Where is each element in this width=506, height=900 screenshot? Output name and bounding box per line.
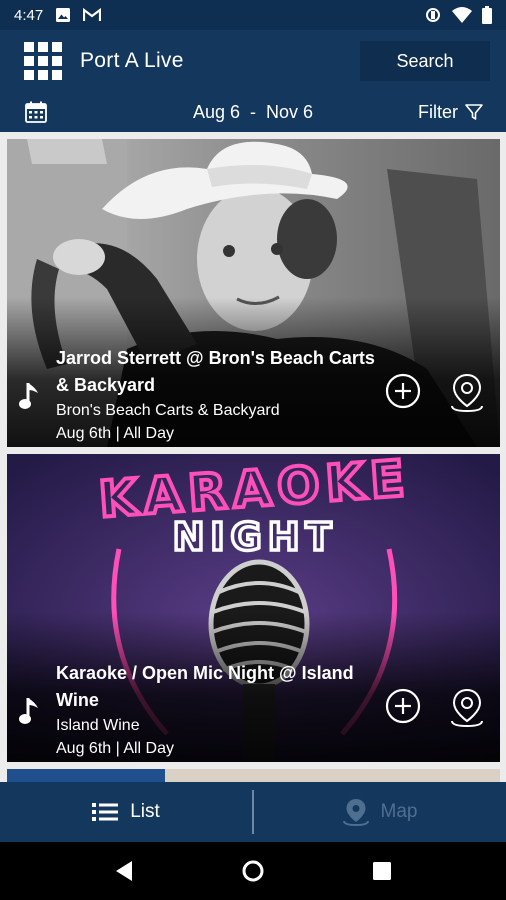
event-card[interactable] xyxy=(7,769,500,782)
status-time: 4:47 xyxy=(14,6,44,24)
music-note-icon xyxy=(19,383,38,409)
filter-label: Filter xyxy=(418,101,458,122)
date-end: Nov 6 xyxy=(266,101,314,122)
event-list[interactable]: Jarrod Sterrett @ Bron's Beach Carts & B… xyxy=(0,132,506,782)
list-icon xyxy=(92,803,119,821)
event-title[interactable]: Karaoke / Open Mic Night @ Island Wine xyxy=(56,660,376,714)
event-card[interactable]: Jarrod Sterrett @ Bron's Beach Carts & B… xyxy=(7,139,500,447)
recents-square-icon xyxy=(372,862,391,880)
filter-button[interactable]: Filter xyxy=(418,102,484,123)
funnel-icon xyxy=(465,104,483,120)
add-to-calendar-plus-icon[interactable] xyxy=(385,688,421,724)
status-right xyxy=(424,6,492,24)
grid-menu-icon[interactable] xyxy=(24,42,62,80)
nav-home-button[interactable] xyxy=(233,851,273,891)
calendar-icon[interactable] xyxy=(24,100,48,124)
event-info: Karaoke / Open Mic Night @ Island Wine I… xyxy=(56,660,376,760)
tab-list[interactable]: List xyxy=(0,782,252,842)
bottom-tab-bar: List Map xyxy=(0,782,506,842)
event-title[interactable]: Jarrod Sterrett @ Bron's Beach Carts & B… xyxy=(56,345,376,399)
back-triangle-icon xyxy=(116,861,133,881)
event-venue: Island Wine xyxy=(56,717,140,734)
nav-recents-button[interactable] xyxy=(362,851,402,891)
system-nav-bar xyxy=(0,842,506,900)
image-icon xyxy=(56,8,71,22)
vibrate-icon xyxy=(426,8,440,22)
event-card[interactable]: KARAOKE NIGHT Karaoke / Open Mic Night @… xyxy=(7,454,500,762)
search-button[interactable]: Search xyxy=(360,41,490,81)
add-to-calendar-plus-icon[interactable] xyxy=(385,373,421,409)
map-pin-icon xyxy=(342,799,369,826)
nav-back-button[interactable] xyxy=(104,851,144,891)
home-circle-icon xyxy=(242,860,264,882)
date-separator: - xyxy=(250,101,256,122)
date-start: Aug 6 xyxy=(192,101,240,122)
tab-map[interactable]: Map xyxy=(254,782,506,842)
night-neon-text: NIGHT xyxy=(173,515,338,559)
music-note-icon xyxy=(19,698,38,724)
tab-list-label: List xyxy=(130,801,160,822)
battery-icon xyxy=(482,6,492,24)
status-left: 4:47 xyxy=(14,6,102,24)
event-venue: Bron's Beach Carts & Backyard xyxy=(56,402,280,419)
wifi-icon xyxy=(452,7,472,23)
app-title: Port A Live xyxy=(80,49,184,72)
gmail-icon xyxy=(83,8,102,21)
tab-map-label: Map xyxy=(380,801,418,822)
status-bar: 4:47 xyxy=(0,0,506,30)
event-date-time: Aug 6th | All Day xyxy=(56,425,174,442)
event-date-time: Aug 6th | All Day xyxy=(56,740,174,757)
location-pin-icon[interactable] xyxy=(449,373,485,413)
app-bar: Port A Live Search xyxy=(0,30,506,92)
app-screen: 4:47 Port A Live Search Aug 6 - Nov 6 Fi… xyxy=(0,0,506,900)
date-range-bar: Aug 6 - Nov 6 Filter xyxy=(0,92,506,132)
event-info: Jarrod Sterrett @ Bron's Beach Carts & B… xyxy=(56,345,376,445)
location-pin-icon[interactable] xyxy=(449,688,485,728)
